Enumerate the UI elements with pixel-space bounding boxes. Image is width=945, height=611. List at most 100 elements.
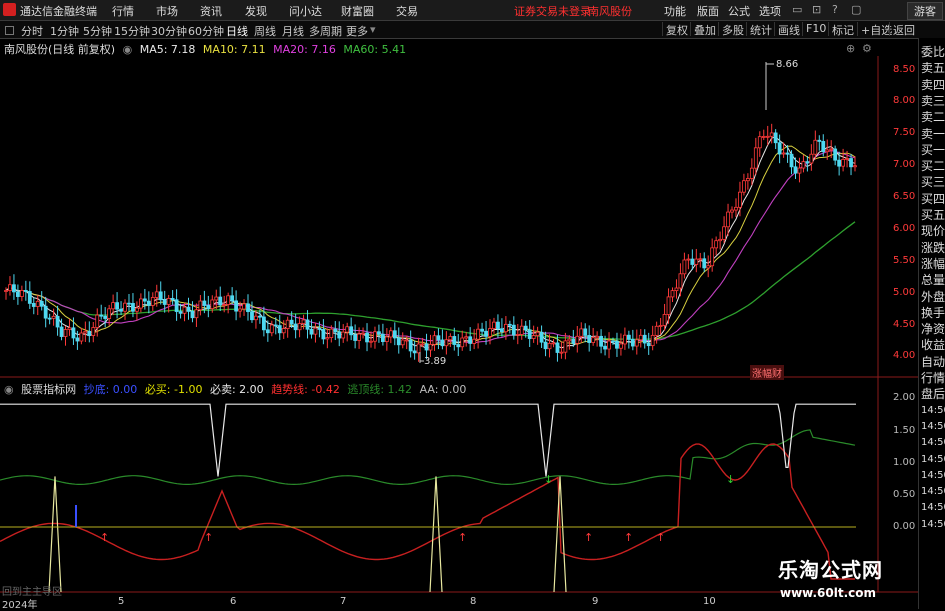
side-panel-item[interactable]: 换手 bbox=[921, 307, 945, 319]
candle-body bbox=[392, 330, 397, 339]
candle-body bbox=[146, 300, 151, 306]
candle-body bbox=[285, 319, 290, 329]
candle-body bbox=[194, 309, 199, 319]
candle-body bbox=[452, 336, 457, 345]
indicator-infobar: ◉ 股票指标网 抄底: 0.00 必买: -1.00 必卖: 2.00 趋势线:… bbox=[4, 381, 470, 397]
buy-arrow-icon: ↑ bbox=[584, 531, 593, 544]
side-panel-item[interactable]: 卖一 bbox=[921, 128, 945, 140]
candle-body bbox=[250, 311, 254, 321]
side-panel-item[interactable]: 卖四 bbox=[921, 79, 945, 91]
candle-body bbox=[357, 333, 361, 341]
candle-body bbox=[206, 305, 211, 310]
side-panel-item[interactable]: 14:50 bbox=[921, 421, 945, 433]
candle-body bbox=[182, 306, 187, 314]
candle-body bbox=[174, 299, 179, 312]
side-panel-item[interactable]: 外盘 bbox=[921, 291, 945, 303]
buy-arrow-icon: ↑ bbox=[656, 531, 665, 544]
buy-arrow-icon: ↑ bbox=[100, 531, 109, 544]
side-panel-item[interactable]: 买二 bbox=[921, 160, 945, 172]
side-panel-item[interactable]: 涨跌 bbox=[921, 242, 945, 254]
candle-body bbox=[666, 296, 671, 315]
side-panel-item[interactable]: 自动 bbox=[921, 356, 945, 368]
chart-canvas[interactable]: ↑ ↑ ↑ ↑ ↑ ↑ ↓ ↓ bbox=[0, 0, 945, 609]
candle-body bbox=[16, 291, 20, 297]
candle-body bbox=[321, 329, 326, 340]
candle-body bbox=[178, 311, 183, 314]
candle-body bbox=[309, 328, 314, 335]
bottom-fishing-bar bbox=[75, 505, 77, 527]
high-marker bbox=[765, 62, 774, 110]
side-panel-item[interactable]: 买四 bbox=[921, 193, 945, 205]
side-panel-item[interactable]: 卖五 bbox=[921, 62, 945, 74]
side-panel-item[interactable]: 卖二 bbox=[921, 111, 945, 123]
candle-body bbox=[226, 295, 231, 305]
side-panel-item[interactable]: 14:50 bbox=[921, 470, 945, 482]
ind-y-tick: 2.00 bbox=[893, 392, 916, 403]
candle-body bbox=[809, 153, 814, 164]
side-panel-item[interactable]: 涨幅 bbox=[921, 258, 945, 270]
candle-body bbox=[154, 291, 159, 298]
candle-body bbox=[115, 302, 119, 310]
candle-body bbox=[396, 337, 401, 346]
side-panel-item[interactable]: 净资 bbox=[921, 323, 945, 335]
candle-body bbox=[559, 351, 564, 354]
candlestick-series bbox=[4, 123, 857, 362]
candle-body bbox=[8, 284, 12, 291]
side-panel-item[interactable]: 14:50 bbox=[921, 454, 945, 466]
candle-body bbox=[793, 166, 798, 174]
candle-body bbox=[377, 331, 381, 335]
candle-body bbox=[329, 328, 334, 338]
candle-body bbox=[428, 344, 433, 351]
candle-body bbox=[599, 335, 603, 347]
indicator-value: 必买: -1.00 bbox=[144, 383, 203, 396]
low-price-label: 3.89 bbox=[424, 356, 447, 367]
side-panel-item[interactable]: 总量 bbox=[921, 274, 945, 286]
side-panel-item[interactable]: 盘后 bbox=[921, 388, 945, 400]
candle-body bbox=[726, 211, 730, 228]
candle-body bbox=[742, 180, 746, 193]
candle-body bbox=[745, 178, 750, 182]
candle-body bbox=[373, 331, 377, 342]
side-panel-item[interactable]: 收益 bbox=[921, 339, 945, 351]
candle-body bbox=[464, 336, 469, 339]
candle-body bbox=[583, 328, 588, 336]
candle-body bbox=[269, 324, 274, 334]
indicator-value: AA: 0.00 bbox=[419, 383, 467, 396]
side-panel-item[interactable]: 14:50 bbox=[921, 405, 945, 417]
side-panel-item[interactable]: 14:50 bbox=[921, 519, 945, 531]
side-panel-item[interactable]: 买三 bbox=[921, 176, 945, 188]
candle-body bbox=[261, 316, 266, 331]
candle-body bbox=[587, 335, 592, 343]
quote-side-panel: 委比卖五卖四卖三卖二卖一买一买二买三买四买五现价涨跌涨幅总量外盘换手净资收益自动… bbox=[918, 38, 945, 609]
candle-body bbox=[150, 297, 155, 306]
side-panel-item[interactable]: 买一 bbox=[921, 144, 945, 156]
side-panel-item[interactable]: 行情 bbox=[921, 372, 945, 384]
candle-body bbox=[95, 314, 100, 328]
candle-body bbox=[543, 341, 548, 350]
side-panel-item[interactable]: 14:50 bbox=[921, 502, 945, 514]
status-text: 回到主主导区 bbox=[2, 587, 62, 598]
candle-body bbox=[337, 331, 342, 339]
side-panel-item[interactable]: 现价 bbox=[921, 225, 945, 237]
candle-body bbox=[591, 337, 596, 343]
candle-body bbox=[646, 342, 651, 347]
side-panel-item[interactable]: 委比 bbox=[921, 46, 945, 58]
candle-body bbox=[789, 153, 794, 168]
candle-body bbox=[841, 159, 845, 167]
candle-body bbox=[293, 323, 298, 331]
candle-body bbox=[202, 300, 207, 306]
side-panel-item[interactable]: 14:50 bbox=[921, 437, 945, 449]
candle-body bbox=[567, 338, 572, 342]
candle-body bbox=[198, 300, 203, 311]
candle-body bbox=[658, 325, 663, 327]
rise-tag[interactable]: 涨幅财 bbox=[750, 365, 784, 380]
candle-body bbox=[238, 308, 242, 312]
indicator-settings-icon[interactable]: ◉ bbox=[4, 383, 14, 396]
candle-body bbox=[384, 336, 389, 342]
side-panel-item[interactable]: 14:50 bbox=[921, 486, 945, 498]
x-tick: 7 bbox=[340, 596, 347, 607]
x-tick: 8 bbox=[470, 596, 477, 607]
side-panel-item[interactable]: 买五 bbox=[921, 209, 945, 221]
indicator-name[interactable]: 股票指标网 bbox=[21, 383, 76, 396]
side-panel-item[interactable]: 卖三 bbox=[921, 95, 945, 107]
